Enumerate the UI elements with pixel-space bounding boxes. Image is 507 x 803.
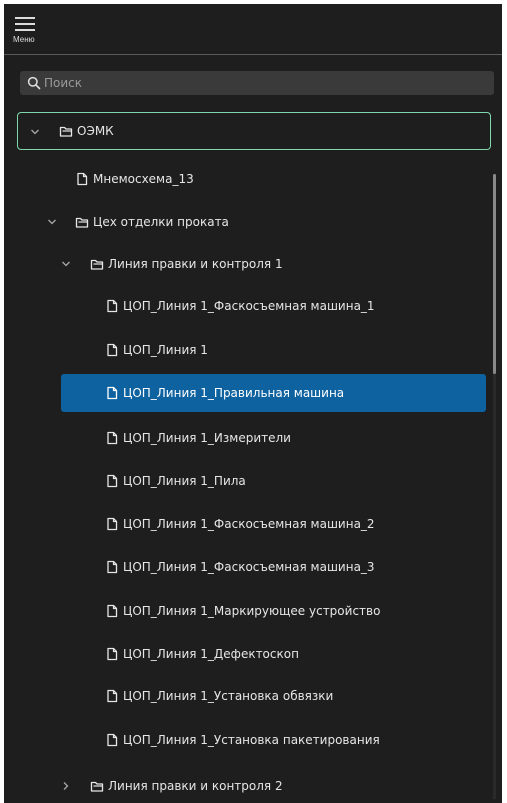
tree-node-label: ЦОП_Линия 1_Правильная машина	[123, 386, 345, 400]
tree-node-label: Линия правки и контроля 1	[108, 257, 283, 271]
file-icon	[107, 343, 118, 357]
tree-node-file[interactable]: ЦОП_Линия 1_Установка обвязки	[17, 679, 491, 713]
file-icon	[77, 172, 88, 186]
tree-node-label: ЦОП_Линия 1_Маркирующее устройство	[123, 604, 381, 618]
file-icon	[107, 386, 118, 400]
menu-button[interactable]: Меню	[9, 11, 49, 49]
tree-node-label: ОЭМК	[77, 124, 114, 138]
tree-node-label: ЦОП_Линия 1_Пила	[123, 474, 246, 488]
tree-node-label: ЦОП_Линия 1_Установка обвязки	[123, 689, 334, 703]
file-icon	[107, 517, 118, 531]
tree-node-folder[interactable]: Линия правки и контроля 1	[17, 247, 491, 281]
header-divider	[4, 54, 502, 55]
tree-node-file[interactable]: ЦОП_Линия 1_Установка пакетирования	[17, 723, 491, 757]
tree-node-label: ЦОП_Линия 1_Фаскосъемная машина_3	[123, 560, 375, 574]
folder-icon	[90, 781, 104, 792]
file-icon	[107, 299, 118, 313]
tree-node-file[interactable]: ЦОП_Линия 1	[17, 333, 491, 367]
chevron-down-icon[interactable]	[47, 217, 57, 227]
tree-node-file-selected[interactable]: ЦОП_Линия 1_Правильная машина	[61, 374, 486, 412]
tree-node-file[interactable]: Мнемосхема_13	[17, 162, 491, 196]
file-icon	[107, 474, 118, 488]
tree-node-oemk[interactable]: ОЭМК	[17, 112, 491, 150]
tree-node-file[interactable]: ЦОП_Линия 1_Маркирующее устройство	[17, 594, 491, 628]
tree-node-file[interactable]: ЦОП_Линия 1_Фаскосъемная машина_2	[17, 507, 491, 541]
tree-node-label: ЦОП_Линия 1_Фаскосъемная машина_1	[123, 299, 375, 313]
menu-label: Меню	[13, 35, 35, 44]
tree-node-file[interactable]: ЦОП_Линия 1_Измерители	[17, 421, 491, 455]
hamburger-icon	[15, 15, 35, 31]
tree-view: ОЭМК Мнемосхема_13 Цех отделки проката Л…	[4, 112, 502, 803]
tree-node-label: ЦОП_Линия 1	[123, 343, 208, 357]
file-icon	[107, 733, 118, 747]
file-icon	[107, 431, 118, 445]
tree-node-label: ЦОП_Линия 1_Измерители	[123, 431, 291, 445]
tree-node-folder[interactable]: Линия правки и контроля 2	[17, 769, 491, 803]
folder-icon	[59, 126, 73, 137]
tree-node-label: Мнемосхема_13	[93, 172, 194, 186]
file-icon	[107, 560, 118, 574]
tree-node-folder[interactable]: Цех отделки проката	[17, 205, 491, 239]
search-box[interactable]	[20, 71, 494, 95]
chevron-down-icon[interactable]	[61, 259, 71, 269]
tree-node-label: Линия правки и контроля 2	[108, 779, 283, 793]
search-input[interactable]	[44, 71, 484, 95]
tree-node-file[interactable]: ЦОП_Линия 1_Дефектоскоп	[17, 637, 491, 671]
tree-node-file[interactable]: ЦОП_Линия 1_Пила	[17, 464, 491, 498]
tree-node-label: ЦОП_Линия 1_Дефектоскоп	[123, 647, 299, 661]
navigation-panel: Меню ОЭМК Мнемосхема_13	[4, 4, 502, 803]
chevron-right-icon[interactable]	[61, 781, 71, 791]
file-icon	[107, 604, 118, 618]
file-icon	[107, 689, 118, 703]
tree-node-label: Цех отделки проката	[93, 215, 229, 229]
tree-node-file[interactable]: ЦОП_Линия 1_Фаскосъемная машина_1	[17, 289, 491, 323]
folder-icon	[90, 259, 104, 270]
tree-node-label: ЦОП_Линия 1_Установка пакетирования	[123, 733, 380, 747]
chevron-down-icon[interactable]	[30, 127, 40, 137]
scrollbar-thumb[interactable]	[493, 174, 496, 374]
tree-node-file[interactable]: ЦОП_Линия 1_Фаскосъемная машина_3	[17, 550, 491, 584]
folder-icon	[75, 217, 89, 228]
search-icon	[27, 76, 41, 90]
file-icon	[107, 647, 118, 661]
tree-node-label: ЦОП_Линия 1_Фаскосъемная машина_2	[123, 517, 375, 531]
